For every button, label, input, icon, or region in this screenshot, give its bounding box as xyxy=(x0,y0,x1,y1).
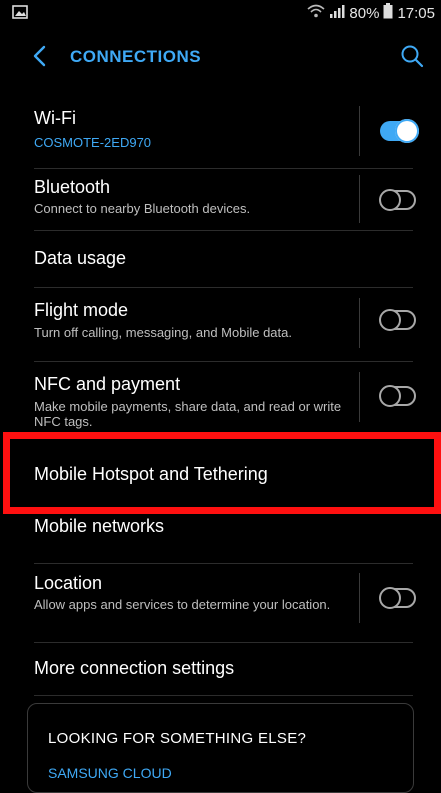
nfc-toggle[interactable] xyxy=(379,385,416,407)
bluetooth-item[interactable]: Bluetooth Connect to nearby Bluetooth de… xyxy=(34,169,416,231)
wifi-toggle[interactable] xyxy=(380,119,419,143)
wifi-title: Wi-Fi xyxy=(34,108,76,128)
divider xyxy=(359,573,360,623)
location-toggle[interactable] xyxy=(379,587,416,609)
mobile-networks-title: Mobile networks xyxy=(34,516,165,536)
flight-mode-item[interactable]: Flight mode Turn off calling, messaging,… xyxy=(34,288,416,362)
flight-mode-subtitle: Turn off calling, messaging, and Mobile … xyxy=(34,325,292,340)
search-icon xyxy=(401,45,424,68)
wifi-network-name: COSMOTE-2ED970 xyxy=(34,135,152,150)
flight-mode-title: Flight mode xyxy=(34,300,129,320)
bluetooth-toggle[interactable] xyxy=(379,189,416,211)
wifi-item[interactable]: Wi-Fi COSMOTE-2ED970 xyxy=(34,95,419,169)
status-bar: 80% 17:05 xyxy=(0,0,441,28)
battery-icon xyxy=(383,3,393,23)
more-connection-settings-item[interactable]: More connection settings xyxy=(34,643,413,696)
location-subtitle: Allow apps and services to determine you… xyxy=(34,597,331,612)
divider xyxy=(359,175,360,223)
chevron-left-icon xyxy=(33,45,46,67)
status-time: 17:05 xyxy=(397,4,435,22)
wifi-icon xyxy=(307,4,325,22)
divider xyxy=(359,106,360,156)
nfc-payment-item[interactable]: NFC and payment Make mobile payments, sh… xyxy=(34,362,416,433)
divider xyxy=(359,298,360,348)
nfc-subtitle: Make mobile payments, share data, and re… xyxy=(34,399,342,429)
flight-mode-toggle[interactable] xyxy=(379,309,416,331)
app-bar: CONNECTIONS xyxy=(0,28,441,88)
battery-percent: 80% xyxy=(349,4,380,22)
location-title: Location xyxy=(34,573,103,593)
more-connection-settings-title: More connection settings xyxy=(34,658,235,678)
bluetooth-subtitle: Connect to nearby Bluetooth devices. xyxy=(34,201,251,216)
bluetooth-title: Bluetooth xyxy=(34,177,111,197)
page-title: CONNECTIONS xyxy=(70,47,202,66)
card-title: LOOKING FOR SOMETHING ELSE? xyxy=(48,730,307,747)
image-icon xyxy=(12,5,28,24)
signal-icon xyxy=(329,4,345,22)
search-button[interactable] xyxy=(399,42,425,70)
samsung-cloud-link[interactable]: SAMSUNG CLOUD xyxy=(48,765,172,781)
mobile-networks-item[interactable]: Mobile networks xyxy=(34,514,413,564)
back-button[interactable] xyxy=(28,42,52,70)
suggestion-card: LOOKING FOR SOMETHING ELSE? SAMSUNG CLOU… xyxy=(27,703,414,793)
highlight-box xyxy=(3,432,441,514)
data-usage-title: Data usage xyxy=(34,248,127,268)
data-usage-item[interactable]: Data usage xyxy=(34,231,413,288)
divider xyxy=(359,372,360,422)
nfc-title: NFC and payment xyxy=(34,374,181,394)
location-item[interactable]: Location Allow apps and services to dete… xyxy=(34,564,416,643)
